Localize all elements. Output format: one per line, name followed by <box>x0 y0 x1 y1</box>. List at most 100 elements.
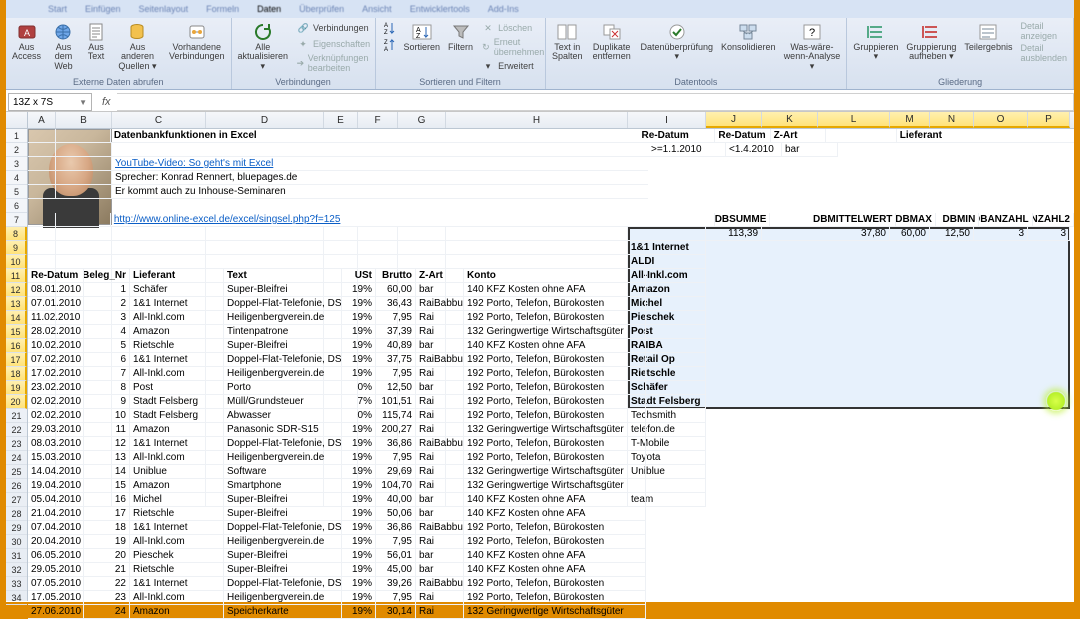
cell[interactable]: 20 <box>84 549 130 563</box>
cell[interactable]: 19% <box>342 549 376 563</box>
cell[interactable]: Doppel-Flat-Telefonie, DSL <box>224 437 342 451</box>
cell[interactable]: 18 <box>84 521 130 535</box>
row-header[interactable]: 4 <box>6 171 27 185</box>
table-row[interactable]: 02.02.201010Stadt FelsbergAbwasser0%115,… <box>28 409 1074 423</box>
row-header[interactable]: 21 <box>6 409 27 423</box>
dfun-value[interactable]: 3 <box>1028 227 1070 241</box>
cell[interactable]: Tintenpatrone <box>224 325 342 339</box>
cell[interactable]: 19% <box>342 479 376 493</box>
cell[interactable]: Amazon <box>130 423 224 437</box>
col-header[interactable]: D <box>206 112 324 128</box>
cell[interactable]: 19% <box>342 465 376 479</box>
cell[interactable]: Rai <box>416 605 464 619</box>
cell[interactable]: Amazon <box>130 325 224 339</box>
row-header[interactable]: 10 <box>6 255 27 269</box>
cell[interactable]: bar <box>416 493 464 507</box>
cell[interactable]: Amazon <box>130 605 224 619</box>
table-row[interactable]: 15.03.201013All-Inkl.comHeiligenbergvere… <box>28 451 1074 465</box>
cell[interactable]: Uniblue <box>130 465 224 479</box>
cell[interactable]: Heiligenbergverein.de <box>224 591 342 605</box>
cell[interactable]: Heiligenbergverein.de <box>224 367 342 381</box>
cell[interactable]: 115,74 <box>376 409 416 423</box>
lieferant-item[interactable]: ALDI <box>628 255 706 269</box>
col-header[interactable]: E <box>324 112 358 128</box>
tab[interactable]: Entwicklertools <box>410 4 470 14</box>
tab[interactable]: Seitenlayout <box>139 4 189 14</box>
data-validation-button[interactable]: Datenüberprüfung ▾ <box>638 20 715 62</box>
cell[interactable]: 192 Porto, Telefon, Bürokosten <box>464 521 646 535</box>
row-header[interactable]: 8 <box>6 227 27 241</box>
cell[interactable]: 19% <box>342 521 376 535</box>
cell[interactable]: 19 <box>84 535 130 549</box>
cell[interactable]: 0% <box>342 381 376 395</box>
cell[interactable]: 37,75 <box>376 353 416 367</box>
ungroup-button[interactable]: Gruppierung aufheben ▾ <box>904 20 958 62</box>
table-row[interactable]: 10.02.20105RietschleSuper-Bleifrei19%40,… <box>28 339 1074 353</box>
col-header[interactable]: O <box>974 112 1028 128</box>
cell[interactable]: 07.05.2010 <box>28 577 84 591</box>
cell[interactable]: 21 <box>84 563 130 577</box>
cell[interactable]: 7,95 <box>376 591 416 605</box>
filter-button[interactable]: Filtern <box>446 20 475 52</box>
col-header[interactable]: I <box>628 112 706 128</box>
criteria-value[interactable]: <1.4.2010 <box>726 143 782 157</box>
cell[interactable]: 30,14 <box>376 605 416 619</box>
cell[interactable]: bar <box>416 381 464 395</box>
table-row[interactable]: 07.04.2010181&1 InternetDoppel-Flat-Tele… <box>28 521 1074 535</box>
cell[interactable]: Super-Bleifrei <box>224 549 342 563</box>
cell[interactable]: 29.05.2010 <box>28 563 84 577</box>
table-row[interactable]: 29.03.201011AmazonPanasonic SDR-S1519%20… <box>28 423 1074 437</box>
cell[interactable]: 15 <box>84 479 130 493</box>
cell[interactable]: 14 <box>84 465 130 479</box>
table-row[interactable]: 08.01.20101SchäferSuper-Bleifrei19%60,00… <box>28 283 1074 297</box>
grid[interactable]: Datenbankfunktionen in Excel Re-Datum Re… <box>28 129 1074 601</box>
cell[interactable]: 08.01.2010 <box>28 283 84 297</box>
cell[interactable]: Amazon <box>130 479 224 493</box>
cell[interactable]: Rai <box>416 423 464 437</box>
from-other-sources-button[interactable]: Aus anderen Quellen ▾ <box>112 20 163 71</box>
cell[interactable]: 19% <box>342 339 376 353</box>
show-detail-button[interactable]: Detail anzeigen <box>1018 20 1069 42</box>
cell[interactable]: Schäfer <box>130 283 224 297</box>
cell[interactable]: Rietschle <box>130 507 224 521</box>
cell[interactable]: 02.02.2010 <box>28 395 84 409</box>
row-header[interactable]: 22 <box>6 423 27 437</box>
fx-icon[interactable]: fx <box>102 96 111 108</box>
existing-connections-button[interactable]: Vorhandene Verbindungen <box>167 20 227 62</box>
cell[interactable]: 6 <box>84 353 130 367</box>
row-header[interactable]: 34 <box>6 591 27 605</box>
cell[interactable]: 19% <box>342 283 376 297</box>
cell[interactable]: bar <box>416 507 464 521</box>
table-row[interactable]: 17.02.20107All-Inkl.comHeiligenbergverei… <box>28 367 1074 381</box>
cell[interactable]: Super-Bleifrei <box>224 507 342 521</box>
cell[interactable]: 1&1 Internet <box>130 577 224 591</box>
cell[interactable]: 132 Geringwertige Wirtschaftsgüter <box>464 325 646 339</box>
row-header[interactable]: 31 <box>6 549 27 563</box>
table-row[interactable]: 07.01.201021&1 InternetDoppel-Flat-Telef… <box>28 297 1074 311</box>
cell[interactable]: 40,00 <box>376 493 416 507</box>
cell[interactable]: 192 Porto, Telefon, Bürokosten <box>464 381 646 395</box>
table-row[interactable]: 20.04.201019All-Inkl.comHeiligenbergvere… <box>28 535 1074 549</box>
cell[interactable]: bar <box>416 283 464 297</box>
cell[interactable]: 140 KFZ Kosten ohne AFA <box>464 563 646 577</box>
cell[interactable]: 13 <box>84 451 130 465</box>
cell[interactable]: Rai <box>416 479 464 493</box>
cell[interactable]: 28.02.2010 <box>28 325 84 339</box>
sort-za-button[interactable]: ZA <box>380 37 398 53</box>
column-headers[interactable]: A B C D E F G H I J K L M N O P <box>6 112 1074 129</box>
cell[interactable]: RaiBabbu <box>416 297 464 311</box>
table-row[interactable]: 21.04.201017RietschleSuper-Bleifrei19%50… <box>28 507 1074 521</box>
table-row[interactable]: 11.02.20103All-Inkl.comHeiligenbergverei… <box>28 311 1074 325</box>
cell[interactable]: Pieschek <box>130 549 224 563</box>
row-header[interactable]: 19 <box>6 381 27 395</box>
row-header[interactable]: 7 <box>6 213 27 227</box>
cell[interactable]: Super-Bleifrei <box>224 563 342 577</box>
row-header[interactable]: 26 <box>6 479 27 493</box>
cell[interactable]: 36,86 <box>376 521 416 535</box>
cell[interactable]: 11 <box>84 423 130 437</box>
cell[interactable]: 101,51 <box>376 395 416 409</box>
cell[interactable]: 24 <box>84 605 130 619</box>
cell[interactable]: Doppel-Flat-Telefonie, DSL <box>224 521 342 535</box>
sort-az-button[interactable]: AZ <box>380 20 398 36</box>
cell[interactable]: Rai <box>416 367 464 381</box>
